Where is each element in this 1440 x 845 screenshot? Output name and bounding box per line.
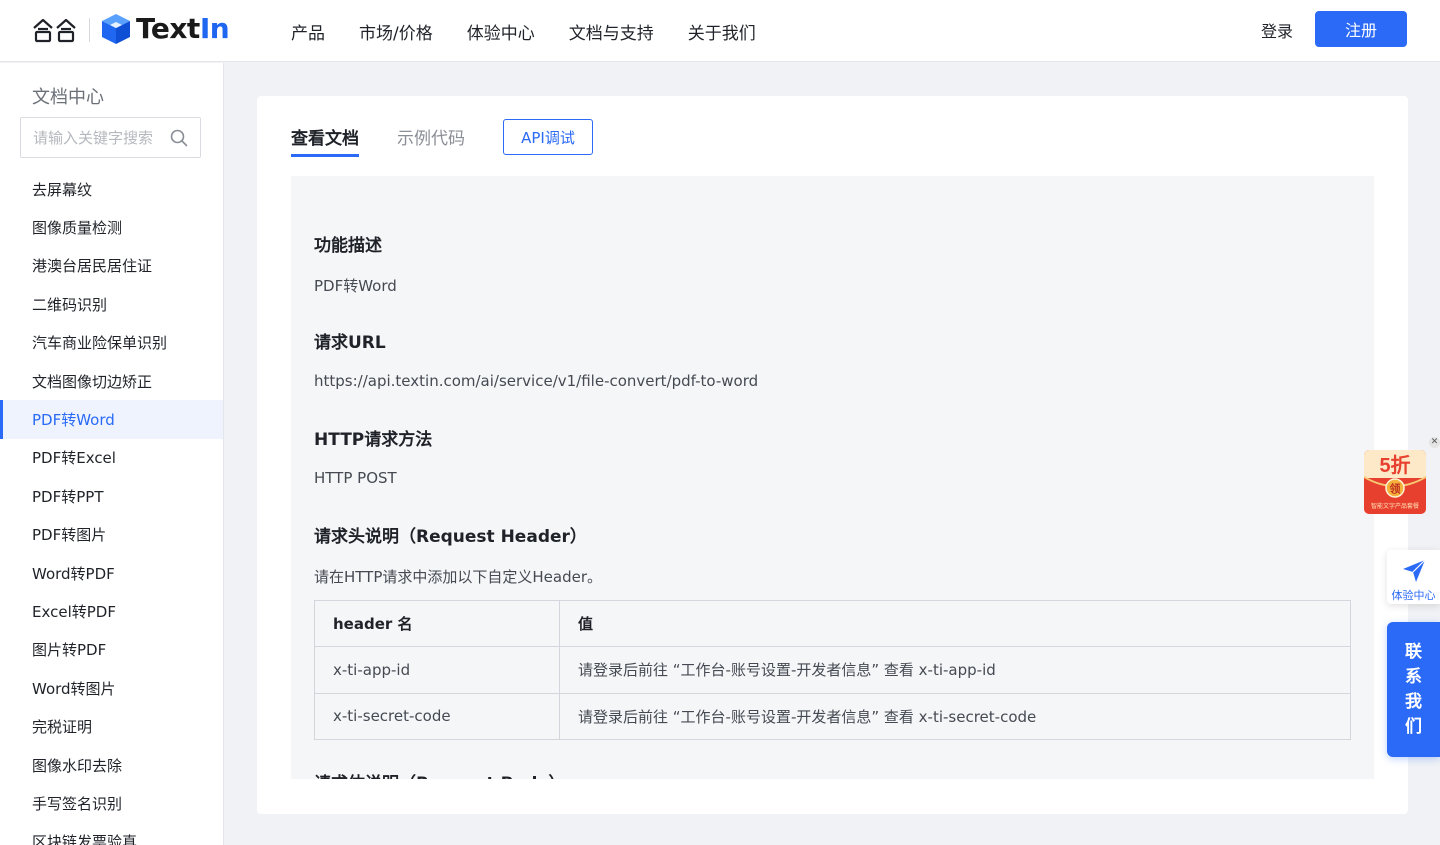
brand-name-main: Text xyxy=(136,12,200,45)
promo-red-envelope[interactable]: 5折 领 智能文字产品套餐 xyxy=(1362,448,1428,516)
promo-caption: 智能文字产品套餐 xyxy=(1371,502,1419,510)
section-title-method: HTTP请求方法 xyxy=(314,430,433,450)
table-cell: x-ti-secret-code xyxy=(314,692,560,740)
sidebar-item[interactable]: Word转图片 xyxy=(0,669,223,707)
sidebar-search-input[interactable] xyxy=(33,126,165,150)
contact-char: 联 xyxy=(1405,642,1422,662)
textin-cube-icon[interactable] xyxy=(101,13,131,45)
sidebar-search xyxy=(20,117,201,158)
sidebar-title: 文档中心 xyxy=(32,87,104,108)
brand-name-accent: In xyxy=(199,12,230,45)
section-title-url: 请求URL xyxy=(314,333,386,353)
nav-docs-support[interactable]: 文档与支持 xyxy=(569,19,654,44)
sidebar-item[interactable]: PDF转PPT xyxy=(0,477,223,515)
experience-center-widget[interactable]: 体验中心 xyxy=(1387,550,1440,604)
column-header-name: header 名 xyxy=(314,599,560,648)
logo-divider xyxy=(89,18,90,42)
sidebar-item[interactable]: 汽车商业险保单识别 xyxy=(0,324,223,362)
sidebar-item[interactable]: Excel转PDF xyxy=(0,592,223,630)
sidebar-item-active[interactable]: PDF转Word xyxy=(0,400,223,439)
promo-close-icon[interactable]: ✕ xyxy=(1429,437,1440,448)
promo-discount-label: 5折 xyxy=(1379,453,1410,477)
brand-name[interactable]: TextIn xyxy=(136,11,230,47)
promo-badge-label: 领 xyxy=(1389,482,1401,496)
doc-sidebar: 文档中心 去屏幕纹 图像质量检测 港澳台居民居住证 二维码识别 汽车商业险保单识… xyxy=(0,63,224,845)
register-button[interactable]: 注册 xyxy=(1315,11,1407,47)
request-header-table: header 名 值 x-ti-app-id 请登录后前往 “工作台-账号设置-… xyxy=(314,599,1351,740)
table-header-row: header 名 值 xyxy=(314,599,1351,648)
doc-card: 查看文档 示例代码 API调试 功能描述 PDF转Word 请求URL http… xyxy=(257,96,1408,814)
api-debug-button[interactable]: API调试 xyxy=(503,119,593,155)
table-row: x-ti-app-id 请登录后前往 “工作台-账号设置-开发者信息” 查看 x… xyxy=(314,646,1351,694)
table-cell: 请登录后前往 “工作台-账号设置-开发者信息” 查看 x-ti-app-id xyxy=(559,646,1351,694)
section-title-request-header: 请求头说明（Request Header） xyxy=(314,527,587,547)
section-title-function: 功能描述 xyxy=(314,236,382,256)
contact-us-widget[interactable]: 联 系 我 们 xyxy=(1387,622,1440,757)
request-url: https://api.textin.com/ai/service/v1/fil… xyxy=(314,372,759,390)
section-title-request-body: 请求体说明（Request Body） xyxy=(314,769,565,779)
sidebar-item[interactable]: 二维码识别 xyxy=(0,285,223,323)
nav-experience-center[interactable]: 体验中心 xyxy=(467,19,535,44)
contact-char: 们 xyxy=(1405,717,1422,737)
experience-center-label: 体验中心 xyxy=(1391,589,1436,602)
sidebar-list: 去屏幕纹 图像质量检测 港澳台居民居住证 二维码识别 汽车商业险保单识别 文档图… xyxy=(0,170,223,845)
sidebar-item[interactable]: 完税证明 xyxy=(0,707,223,745)
sidebar-item[interactable]: 图片转PDF xyxy=(0,631,223,669)
column-header-value: 值 xyxy=(559,599,1351,648)
sidebar-item[interactable]: 图像质量检测 xyxy=(0,208,223,246)
function-description: PDF转Word xyxy=(314,277,397,295)
tab-sample-code[interactable]: 示例代码 xyxy=(397,127,465,151)
http-method: HTTP POST xyxy=(314,469,397,487)
contact-char: 我 xyxy=(1405,692,1422,712)
sidebar-item[interactable]: 区块链发票验真 xyxy=(0,823,223,845)
top-navbar: TextIn 产品 市场/价格 体验中心 文档与支持 关于我们 登录 注册 xyxy=(0,0,1440,62)
table-cell: 请登录后前往 “工作台-账号设置-开发者信息” 查看 x-ti-secret-c… xyxy=(559,692,1351,740)
sidebar-item[interactable]: 去屏幕纹 xyxy=(0,170,223,208)
request-header-description: 请在HTTP请求中添加以下自定义Header。 xyxy=(314,568,603,586)
sidebar-item[interactable]: PDF转图片 xyxy=(0,516,223,554)
nav-about-us[interactable]: 关于我们 xyxy=(688,19,756,44)
nav-market-pricing[interactable]: 市场/价格 xyxy=(359,19,433,44)
main-nav: 产品 市场/价格 体验中心 文档与支持 关于我们 xyxy=(291,0,790,62)
doc-content-panel: 功能描述 PDF转Word 请求URL https://api.textin.c… xyxy=(291,176,1374,779)
sidebar-item[interactable]: 手写签名识别 xyxy=(0,784,223,822)
sidebar-item[interactable]: 图像水印去除 xyxy=(0,746,223,784)
table-cell: x-ti-app-id xyxy=(314,646,560,694)
contact-char: 系 xyxy=(1405,667,1422,687)
nav-products[interactable]: 产品 xyxy=(291,19,325,44)
contact-us-label: 联 系 我 们 xyxy=(1387,640,1440,740)
sidebar-item[interactable]: Word转PDF xyxy=(0,554,223,592)
table-row: x-ti-secret-code 请登录后前往 “工作台-账号设置-开发者信息”… xyxy=(314,692,1351,740)
sidebar-item[interactable]: 文档图像切边矫正 xyxy=(0,362,223,400)
send-arrow-icon xyxy=(1403,559,1426,582)
sidebar-item[interactable]: 港澳台居民居住证 xyxy=(0,247,223,285)
search-icon[interactable] xyxy=(170,129,188,147)
hehe-logo-icon[interactable] xyxy=(32,16,78,44)
tab-view-docs[interactable]: 查看文档 xyxy=(291,127,359,157)
sidebar-item[interactable]: PDF转Excel xyxy=(0,439,223,477)
login-link[interactable]: 登录 xyxy=(1261,18,1293,42)
